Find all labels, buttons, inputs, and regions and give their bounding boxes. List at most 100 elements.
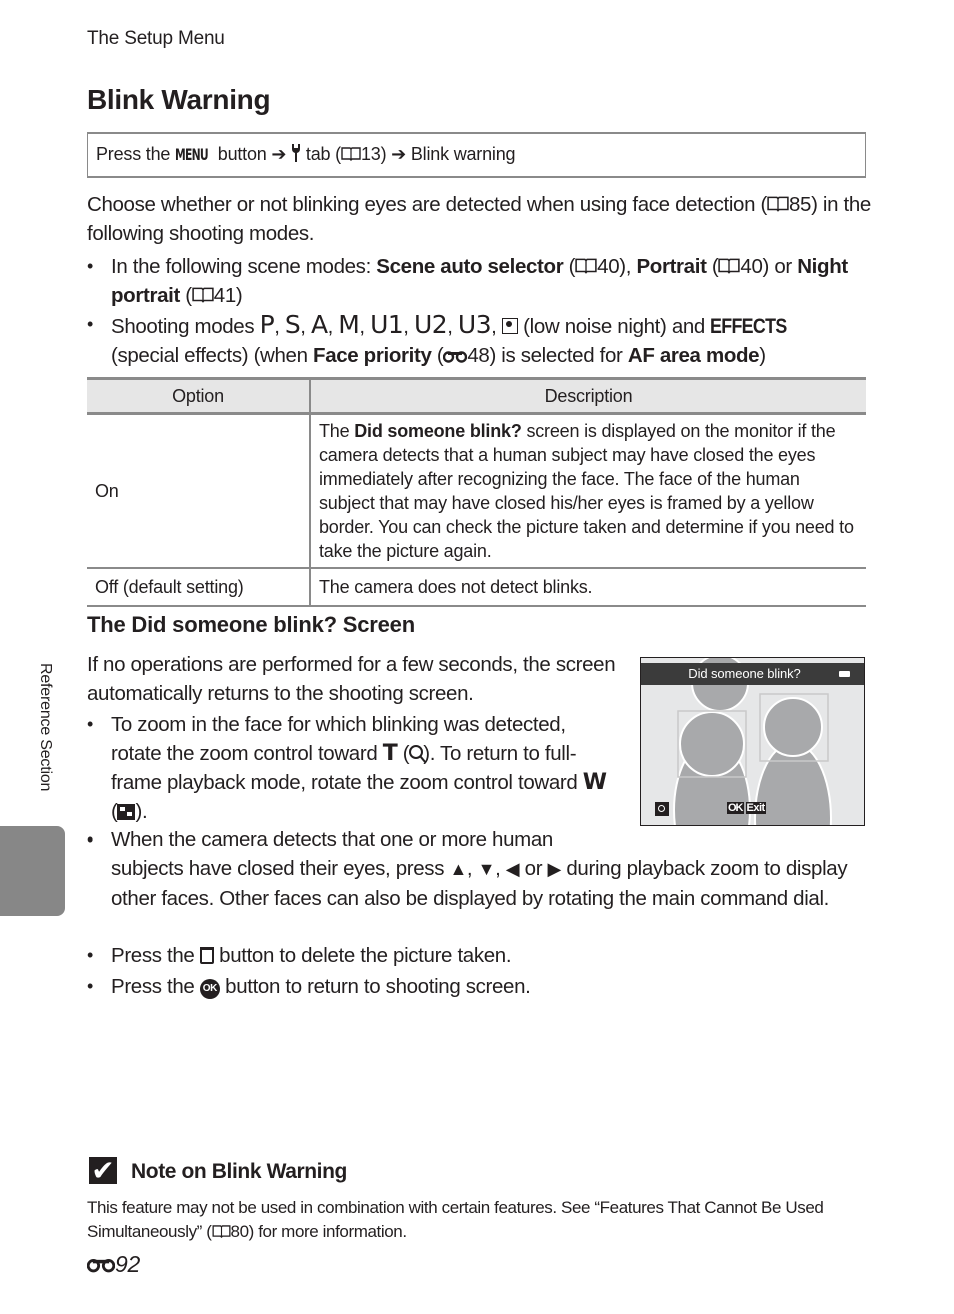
- mode-u2-icon: U2: [413, 310, 448, 339]
- zoom-magnify-icon: [655, 802, 669, 816]
- mode-m-icon: M: [338, 310, 360, 339]
- table-row: Off (default setting) The camera does no…: [87, 568, 866, 607]
- faces-line-2: subjects have closed their eyes, press: [111, 857, 450, 880]
- mode-s-icon: S: [284, 310, 301, 339]
- description-cell: The Did someone blink? screen is display…: [310, 413, 866, 569]
- effects-mode-icon: EFFECTS: [710, 315, 787, 338]
- wide-w-icon: W: [582, 770, 607, 795]
- note-title: Note on Blink Warning: [131, 1160, 347, 1183]
- shooting-modes-list: In the following scene modes: Scene auto…: [87, 252, 877, 370]
- ok-button-icon: OK: [727, 802, 744, 814]
- arrow-right-icon: ➔: [271, 144, 287, 164]
- page-ref: 41: [213, 284, 236, 307]
- nav-destination: Blink warning: [410, 144, 516, 164]
- battery-icon: [839, 671, 850, 677]
- low-noise-night-icon: [501, 318, 518, 334]
- intro-paragraph: Choose whether or not blinking eyes are …: [87, 190, 877, 248]
- note-body: This feature may not be used in combinat…: [87, 1196, 877, 1244]
- right-arrow-icon: ▶: [547, 859, 562, 879]
- bullet-text: button to delete the picture taken.: [213, 944, 512, 967]
- table-header-row: Option Description: [87, 377, 866, 415]
- bullet-text: Press the: [111, 944, 200, 967]
- camera-title-bar: Did someone blink?: [641, 663, 864, 685]
- or-text: or: [768, 255, 792, 278]
- screen-paragraph: If no operations are performed for a few…: [87, 653, 616, 705]
- magnify-icon: [409, 745, 424, 759]
- note-text: This feature may not be used in combinat…: [87, 1198, 824, 1241]
- book-icon: [718, 255, 741, 278]
- mode-u1-icon: U1: [370, 310, 404, 339]
- list-item: In the following scene modes: Scene auto…: [87, 252, 877, 310]
- menu-navigation-path: Press the MENU button ➔ tab (13) ➔ Blink…: [87, 132, 866, 178]
- nav-tab-page: 13: [360, 144, 381, 164]
- checkmark-note-icon: ✔: [89, 1157, 117, 1185]
- right-person-head: [763, 697, 823, 757]
- button-bullets-list: Press the button to delete the picture t…: [87, 940, 877, 1002]
- mode-u3-icon: U3: [457, 310, 492, 339]
- book-icon: [767, 193, 789, 216]
- ok-exit-hint: OK Exit: [727, 802, 766, 814]
- separator: ,: [466, 857, 478, 880]
- bullet-text: (low noise night) and: [517, 315, 711, 338]
- bullet-dot: •: [87, 830, 94, 850]
- book-icon: [212, 1222, 231, 1241]
- page-number: 92: [115, 1251, 140, 1277]
- page-title: Blink Warning: [87, 84, 271, 115]
- section-heading: The Did someone blink? Screen: [87, 612, 415, 637]
- bullet-text: (special effects) (when: [111, 344, 314, 367]
- separator: ,: [625, 255, 637, 278]
- mode-a-icon: A: [310, 310, 328, 339]
- bullet-text: (: [397, 742, 410, 765]
- desc-text: The: [319, 421, 355, 441]
- exit-label: Exit: [745, 802, 766, 814]
- bullet-text: is selected for: [495, 344, 628, 367]
- note-text: ) for more information.: [248, 1222, 407, 1241]
- thumbnail-icon: [117, 804, 136, 820]
- page-ref: 80: [230, 1222, 250, 1241]
- nav-press-the: Press the: [96, 144, 176, 164]
- camera-screen-illustration: Did someone blink? OK Exit: [640, 657, 865, 826]
- portrait-mode: Portrait: [636, 255, 707, 278]
- mode-p-icon: P: [259, 310, 275, 339]
- options-table: Option Description On The Did someone bl…: [87, 377, 866, 607]
- camera-title: Did someone blink?: [688, 666, 801, 681]
- scene-auto-selector: Scene auto selector: [376, 255, 564, 278]
- up-arrow-icon: ▲: [449, 859, 467, 879]
- list-item: Shooting modes P, S, A, M, U1, U2, U3, (…: [87, 310, 877, 370]
- page-ref: 40: [597, 255, 620, 278]
- book-icon: [192, 284, 214, 307]
- list-item: Press the OK button to return to shootin…: [87, 971, 877, 1002]
- page-footer: 92: [86, 1251, 140, 1278]
- ok-button-icon: OK: [199, 979, 220, 999]
- option-cell: Off (default setting): [87, 568, 311, 607]
- side-section-label: Reference Section: [37, 663, 54, 792]
- nav-close-paren: ): [380, 144, 392, 164]
- tele-t-icon: T: [382, 741, 398, 766]
- description-cell: The camera does not detect blinks.: [310, 568, 866, 607]
- or-text: or: [519, 857, 548, 880]
- column-header-description: Description: [310, 377, 866, 415]
- reference-section-icon: [86, 1251, 116, 1277]
- separator: ,: [495, 857, 506, 880]
- list-item: Press the button to delete the picture t…: [87, 940, 877, 971]
- arrow-right-icon: ➔: [391, 144, 407, 164]
- faces-bullet-text: When the camera detects that one or more…: [111, 825, 871, 913]
- section-thumb-tab[interactable]: [0, 826, 65, 916]
- running-head: The Setup Menu: [87, 28, 225, 49]
- page-ref: 48: [467, 344, 490, 367]
- screen-bullets-list: To zoom in the face for which blinking w…: [87, 710, 617, 826]
- faces-line-1: When the camera detects that one or more…: [111, 828, 553, 851]
- bullet-text: Press the: [111, 975, 200, 998]
- bullet-text: Shooting modes: [111, 315, 260, 338]
- page-ref: 85: [788, 193, 812, 216]
- left-person-head: [679, 711, 745, 777]
- bullet-text: button to return to shooting screen.: [219, 975, 531, 998]
- book-icon: [341, 144, 361, 164]
- left-arrow-icon: ◀: [505, 859, 520, 879]
- option-cell: On: [87, 413, 311, 569]
- book-icon: [575, 255, 597, 278]
- did-someone-blink-label: Did someone blink?: [354, 421, 522, 441]
- nav-button-text: button: [212, 144, 272, 164]
- wrench-icon: [291, 144, 301, 164]
- list-item: To zoom in the face for which blinking w…: [87, 710, 617, 826]
